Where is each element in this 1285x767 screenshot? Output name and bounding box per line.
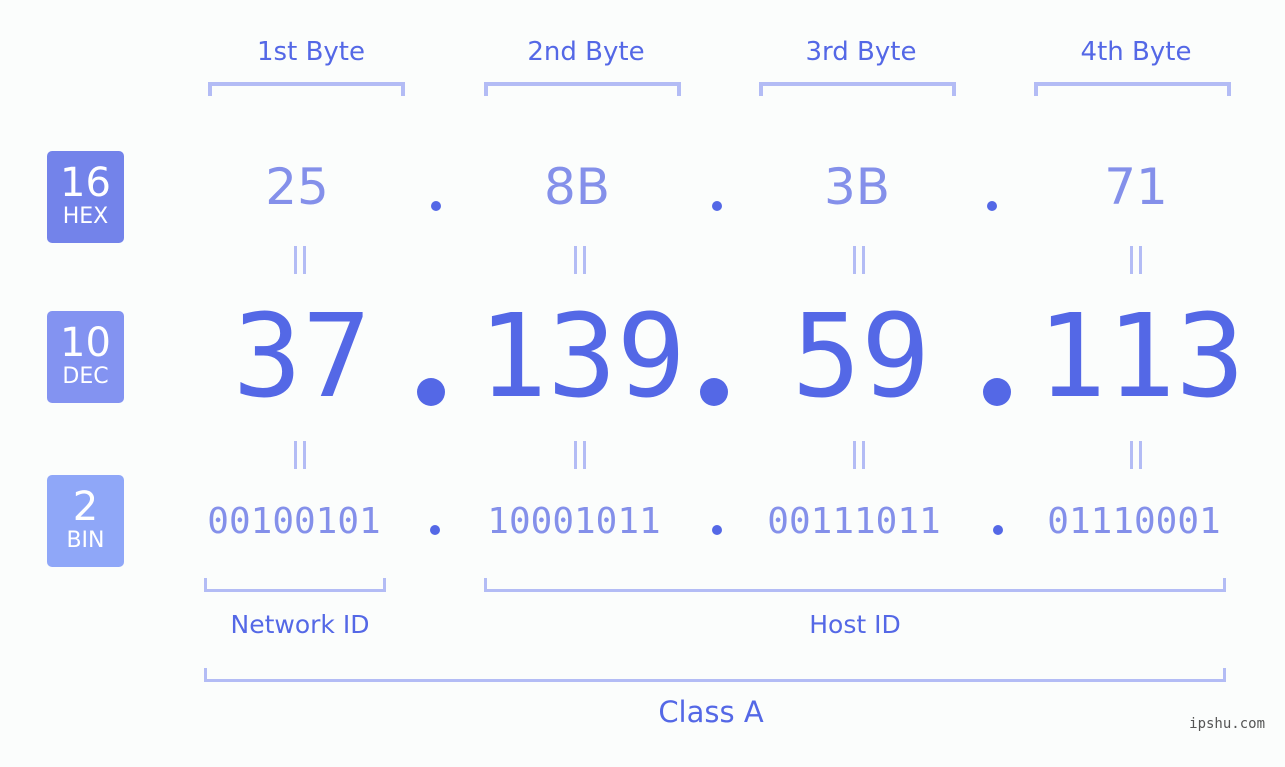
dec-byte-2: 139: [478, 290, 686, 424]
hex-label: HEX: [62, 204, 109, 229]
byte-header-3: 3rd Byte: [805, 37, 917, 67]
host-id-label: Host ID: [809, 610, 901, 639]
byte-header-2: 2nd Byte: [527, 37, 645, 67]
bin-byte-2: 10001011: [487, 501, 661, 542]
watermark: ipshu.com: [1189, 716, 1265, 732]
dec-byte-3: 59: [791, 290, 931, 424]
bin-separator-2: [712, 525, 722, 535]
equals-icon: [1116, 246, 1156, 283]
hex-byte-2: 8B: [543, 158, 611, 216]
dec-separator-1: [417, 378, 445, 406]
equals-icon: [839, 246, 879, 283]
bin-separator-3: [993, 525, 1003, 535]
equals-icon: [280, 246, 320, 283]
dec-byte-4: 113: [1037, 290, 1245, 424]
equals-icon: [839, 441, 879, 478]
byte-bracket-2: [484, 82, 681, 96]
dec-separator-2: [700, 378, 728, 406]
hex-byte-1: 25: [265, 158, 329, 216]
bin-separator-1: [430, 525, 440, 535]
hex-byte-4: 71: [1104, 158, 1168, 216]
byte-header-4: 4th Byte: [1080, 37, 1192, 67]
dec-label: DEC: [62, 364, 109, 389]
equals-icon: [1116, 441, 1156, 478]
network-id-label: Network ID: [230, 610, 370, 639]
hex-separator-1: [431, 201, 441, 211]
bin-label: BIN: [66, 528, 105, 553]
bin-byte-3: 00111011: [767, 501, 941, 542]
byte-bracket-1: [208, 82, 405, 96]
dec-byte-1: 37: [232, 290, 372, 424]
hex-separator-2: [712, 201, 722, 211]
class-bracket: [204, 668, 1226, 682]
equals-icon: [560, 441, 600, 478]
dec-separator-3: [983, 378, 1011, 406]
hex-badge: 16 HEX: [47, 151, 124, 243]
class-label: Class A: [658, 695, 764, 729]
bin-badge: 2 BIN: [47, 475, 124, 567]
dec-badge: 10 DEC: [47, 311, 124, 403]
bin-base: 2: [72, 484, 99, 530]
network-id-bracket: [204, 578, 386, 592]
bin-byte-1: 00100101: [207, 501, 381, 542]
byte-bracket-3: [759, 82, 956, 96]
byte-bracket-4: [1034, 82, 1231, 96]
equals-icon: [280, 441, 320, 478]
hex-separator-3: [987, 201, 997, 211]
byte-header-1: 1st Byte: [257, 37, 365, 67]
bin-byte-4: 01110001: [1047, 501, 1221, 542]
equals-icon: [560, 246, 600, 283]
host-id-bracket: [484, 578, 1226, 592]
hex-base: 16: [60, 160, 111, 206]
hex-byte-3: 3B: [823, 158, 891, 216]
dec-base: 10: [60, 320, 111, 366]
